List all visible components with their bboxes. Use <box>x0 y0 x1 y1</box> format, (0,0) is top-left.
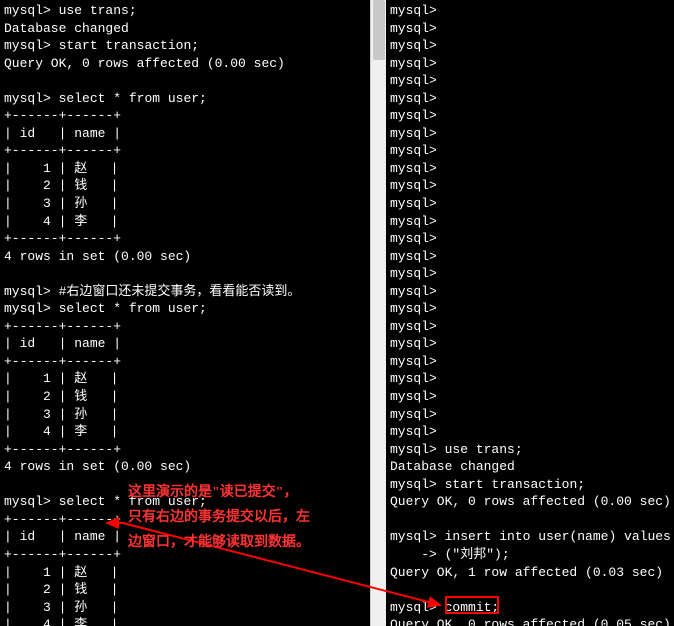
output-text: Database changed <box>390 459 515 474</box>
cmd-text: select * from user; <box>59 91 207 106</box>
cmd-text: start transaction; <box>59 38 199 53</box>
annotation-line: 这里演示的是"读已提交"， <box>128 480 310 505</box>
table-border: +------+------+ <box>4 231 121 246</box>
prompt: mysql> <box>4 494 51 509</box>
annotation-line: 边窗口，才能够读取到数据。 <box>128 530 310 555</box>
prompt: mysql> <box>390 196 437 211</box>
annotation-text: 这里演示的是"读已提交"， 只有右边的事务提交以后，左 边窗口，才能够读取到数据… <box>128 480 310 556</box>
comment-text: #右边窗口还未提交事务，看看能否读到。 <box>59 284 301 299</box>
prompt: mysql> <box>4 3 51 18</box>
table-row: | 3 | 孙 | <box>4 196 118 211</box>
output-text: Query OK, 0 rows affected (0.00 sec) <box>4 56 285 71</box>
cmd-text: -> ("刘邦"); <box>390 547 510 562</box>
table-row: | 1 | 赵 | <box>4 371 118 386</box>
prompt: mysql> <box>4 91 51 106</box>
prompt: mysql> <box>390 424 437 439</box>
cmd-text: use trans; <box>59 3 137 18</box>
table-header: | id | name | <box>4 126 121 141</box>
prompt: mysql> <box>390 389 437 404</box>
table-row: | 1 | 赵 | <box>4 565 118 580</box>
prompt: mysql> <box>390 3 437 18</box>
output-text: 4 rows in set (0.00 sec) <box>4 249 191 264</box>
table-row: | 3 | 孙 | <box>4 600 118 615</box>
prompt: mysql> <box>390 266 437 281</box>
cmd-text: use trans; <box>445 442 523 457</box>
prompt: mysql> <box>390 143 437 158</box>
prompt: mysql> <box>390 529 437 544</box>
prompt: mysql> <box>390 108 437 123</box>
table-row: | 4 | 李 | <box>4 214 118 229</box>
prompt: mysql> <box>390 249 437 264</box>
prompt: mysql> <box>4 38 51 53</box>
prompt: mysql> <box>390 73 437 88</box>
prompt: mysql> <box>4 301 51 316</box>
table-border: +------+------+ <box>4 319 121 334</box>
prompt: mysql> <box>390 371 437 386</box>
prompt: mysql> <box>390 477 437 492</box>
cmd-text: select * from user; <box>59 301 207 316</box>
annotation-line: 只有右边的事务提交以后，左 <box>128 505 310 530</box>
table-row: | 2 | 钱 | <box>4 582 118 597</box>
prompt: mysql> <box>390 336 437 351</box>
table-border: +------+------+ <box>4 512 121 527</box>
output-text: Query OK, 0 rows affected (0.00 sec) <box>390 494 671 509</box>
table-border: +------+------+ <box>4 143 121 158</box>
cmd-text: start transaction; <box>445 477 585 492</box>
table-header: | id | name | <box>4 336 121 351</box>
output-text: Query OK, 0 rows affected (0.05 sec) <box>390 617 671 626</box>
prompt: mysql> <box>390 319 437 334</box>
table-border: +------+------+ <box>4 108 121 123</box>
output-text: 4 rows in set (0.00 sec) <box>4 459 191 474</box>
prompt: mysql> <box>390 21 437 36</box>
prompt: mysql> <box>390 301 437 316</box>
table-row: | 1 | 赵 | <box>4 161 118 176</box>
prompt: mysql> <box>390 354 437 369</box>
table-row: | 2 | 钱 | <box>4 178 118 193</box>
prompt: mysql> <box>390 442 437 457</box>
table-border: +------+------+ <box>4 442 121 457</box>
table-header: | id | name | <box>4 529 121 544</box>
table-border: +------+------+ <box>4 547 121 562</box>
prompt: mysql> <box>390 214 437 229</box>
cmd-text: commit; <box>445 600 500 615</box>
table-row: | 4 | 李 | <box>4 617 118 626</box>
table-row: | 2 | 钱 | <box>4 389 118 404</box>
prompt: mysql> <box>390 407 437 422</box>
right-terminal[interactable]: mysql> mysql> mysql> mysql> mysql> mysql… <box>386 0 674 626</box>
prompt: mysql> <box>390 91 437 106</box>
prompt: mysql> <box>390 56 437 71</box>
prompt: mysql> <box>390 600 437 615</box>
cmd-text: insert into user(name) values <box>445 529 671 544</box>
prompt: mysql> <box>390 284 437 299</box>
table-row: | 3 | 孙 | <box>4 407 118 422</box>
table-row: | 4 | 李 | <box>4 424 118 439</box>
output-text: Database changed <box>4 21 129 36</box>
scrollbar[interactable] <box>370 0 386 626</box>
prompt: mysql> <box>390 38 437 53</box>
scrollbar-thumb[interactable] <box>373 0 385 60</box>
prompt: mysql> <box>390 231 437 246</box>
table-border: +------+------+ <box>4 354 121 369</box>
output-text: Query OK, 1 row affected (0.03 sec) <box>390 565 663 580</box>
prompt: mysql> <box>390 178 437 193</box>
prompt: mysql> <box>4 284 51 299</box>
prompt: mysql> <box>390 161 437 176</box>
prompt: mysql> <box>390 126 437 141</box>
